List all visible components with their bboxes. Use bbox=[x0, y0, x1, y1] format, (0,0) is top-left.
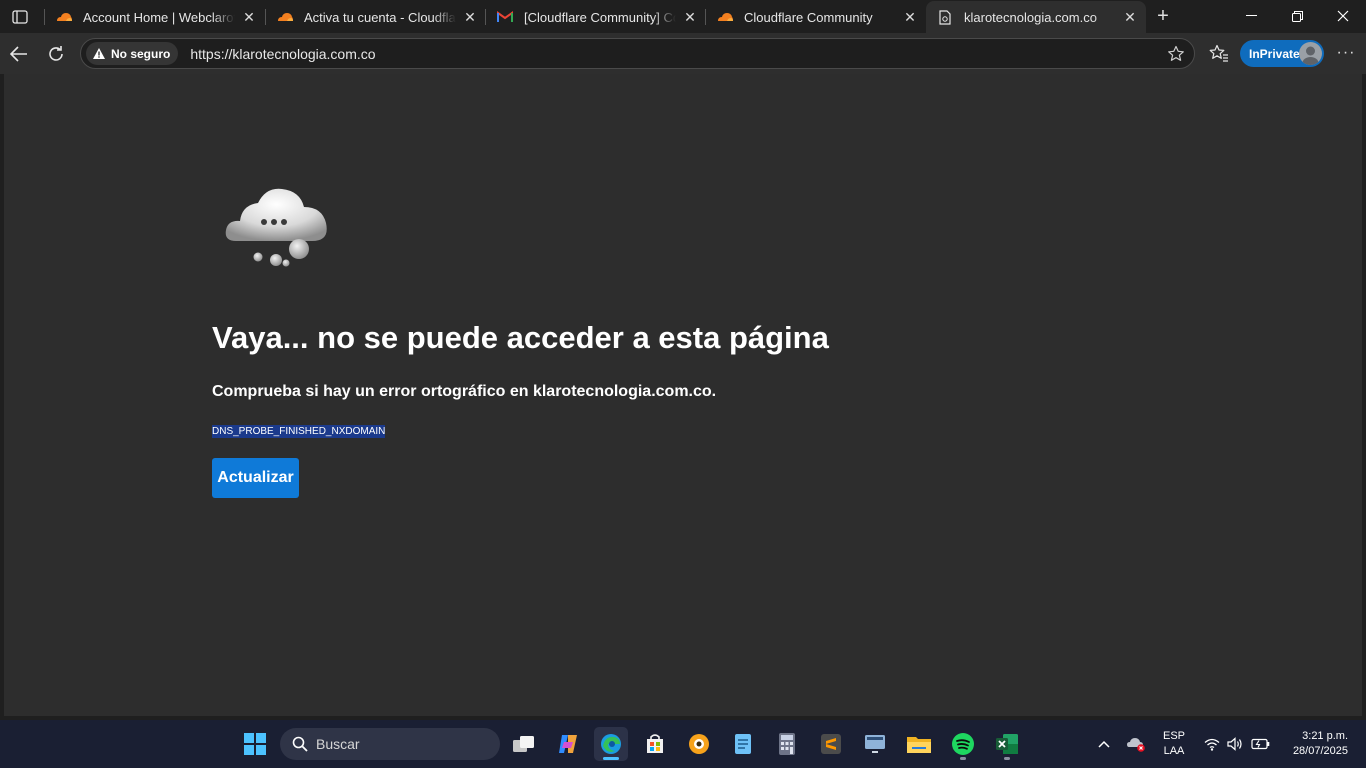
close-tab-icon[interactable]: ✕ bbox=[682, 9, 698, 25]
copilot-icon[interactable] bbox=[551, 727, 585, 761]
refresh-button[interactable] bbox=[43, 41, 69, 67]
tab-title: Cloudflare Community bbox=[744, 9, 873, 25]
spotify-icon[interactable] bbox=[946, 727, 980, 761]
clock-time: 3:21 p.m. bbox=[1302, 730, 1348, 742]
onedrive-error-icon[interactable] bbox=[1124, 720, 1148, 768]
security-label: No seguro bbox=[111, 46, 171, 61]
show-hidden-icons-chevron-up-icon[interactable] bbox=[1094, 720, 1114, 768]
address-bar[interactable]: No seguro https://klarotecnologia.com.co bbox=[80, 38, 1195, 69]
reload-button[interactable]: Actualizar bbox=[212, 458, 299, 498]
tab-title: klarotecnologia.com.co bbox=[964, 9, 1097, 25]
tab-title: Account Home | Webclarotecnologia bbox=[83, 9, 235, 25]
keyboard-layout: LAA bbox=[1163, 745, 1185, 757]
cloudflare-icon bbox=[55, 10, 73, 24]
url-text[interactable]: https://klarotecnologia.com.co bbox=[190, 46, 375, 62]
language-code: ESP bbox=[1162, 730, 1185, 742]
calculator-icon[interactable] bbox=[770, 727, 804, 761]
error-page: Vaya... no se puede acceder a esta págin… bbox=[4, 74, 1362, 716]
favorites-icon[interactable] bbox=[1207, 41, 1231, 65]
tab-account-home[interactable]: Account Home | Webclarotecnologia ✕ bbox=[45, 2, 265, 32]
notepad-icon[interactable] bbox=[726, 727, 760, 761]
active-indicator bbox=[603, 757, 619, 760]
restore-button[interactable] bbox=[1274, 0, 1320, 32]
close-tab-icon[interactable]: ✕ bbox=[902, 9, 918, 25]
inprivate-label: InPrivate bbox=[1249, 46, 1300, 61]
clock-date: 28/07/2025 bbox=[1292, 745, 1348, 757]
tab-gmail-confirm[interactable]: [Cloudflare Community] Confirm your acco… bbox=[486, 2, 706, 32]
xnview-icon[interactable] bbox=[682, 727, 716, 761]
security-indicator[interactable]: No seguro bbox=[86, 42, 179, 65]
running-indicator bbox=[1004, 757, 1010, 760]
excel-icon[interactable] bbox=[990, 727, 1024, 761]
system-clock[interactable]: 3:21 p.m. 28/07/2025 bbox=[1276, 729, 1348, 759]
tab-title: Activa tu cuenta - Cloudflare Community bbox=[304, 9, 456, 25]
remote-desktop-icon[interactable] bbox=[858, 727, 892, 761]
cloud-error-icon bbox=[222, 185, 332, 269]
error-code: DNS_PROBE_FINISHED_NXDOMAIN bbox=[212, 425, 386, 438]
favorite-star-icon[interactable] bbox=[1167, 45, 1185, 63]
taskbar: Buscar ESP LAA 3:21 p.m. 28/07/2025 bbox=[0, 720, 1366, 768]
wifi-icon[interactable] bbox=[1202, 720, 1222, 768]
running-indicator bbox=[960, 757, 966, 760]
tab-klarotecnologia[interactable]: klarotecnologia.com.co ✕ bbox=[926, 1, 1146, 33]
avatar bbox=[1299, 42, 1322, 65]
sublime-text-icon[interactable] bbox=[814, 727, 848, 761]
browser-window: Account Home | Webclarotecnologia ✕ Acti… bbox=[0, 0, 1366, 720]
close-window-button[interactable] bbox=[1320, 0, 1366, 32]
file-explorer-icon[interactable] bbox=[902, 727, 936, 761]
keyboard-language[interactable]: ESP LAA bbox=[1156, 729, 1192, 759]
volume-icon[interactable] bbox=[1225, 720, 1245, 768]
battery-icon[interactable] bbox=[1249, 720, 1271, 768]
tab-cloudflare-community[interactable]: Cloudflare Community ✕ bbox=[706, 2, 926, 32]
cloudflare-icon bbox=[276, 10, 294, 24]
search-placeholder: Buscar bbox=[316, 736, 360, 752]
task-view-icon[interactable] bbox=[507, 727, 541, 761]
microsoft-store-icon[interactable] bbox=[638, 727, 672, 761]
windows-start-icon[interactable] bbox=[238, 727, 272, 761]
close-tab-icon[interactable]: ✕ bbox=[241, 9, 257, 25]
minimize-button[interactable] bbox=[1228, 0, 1274, 32]
warning-icon bbox=[92, 47, 106, 60]
page-error-icon bbox=[936, 9, 954, 25]
error-subtitle: Comprueba si hay un error ortográfico en… bbox=[212, 383, 717, 400]
taskbar-search-input[interactable]: Buscar bbox=[280, 728, 500, 760]
tab-actions-icon[interactable] bbox=[8, 6, 32, 28]
error-title: Vaya... no se puede acceder a esta págin… bbox=[212, 320, 829, 355]
tab-activa-cuenta[interactable]: Activa tu cuenta - Cloudflare Community … bbox=[266, 2, 486, 32]
edge-browser-icon[interactable] bbox=[594, 727, 628, 761]
search-icon bbox=[292, 736, 308, 752]
close-tab-icon[interactable]: ✕ bbox=[1122, 9, 1138, 25]
new-tab-button[interactable]: + bbox=[1152, 5, 1174, 27]
back-button[interactable] bbox=[6, 41, 32, 67]
inprivate-badge[interactable]: InPrivate bbox=[1240, 40, 1324, 67]
close-tab-icon[interactable]: ✕ bbox=[462, 9, 478, 25]
more-options-icon[interactable]: ··· bbox=[1334, 41, 1358, 65]
cloudflare-icon bbox=[716, 10, 734, 24]
tab-strip: Account Home | Webclarotecnologia ✕ Acti… bbox=[0, 0, 1366, 33]
gmail-icon bbox=[496, 10, 514, 24]
browser-toolbar: No seguro https://klarotecnologia.com.co… bbox=[0, 33, 1366, 74]
tab-title: [Cloudflare Community] Confirm your acco… bbox=[524, 9, 676, 25]
